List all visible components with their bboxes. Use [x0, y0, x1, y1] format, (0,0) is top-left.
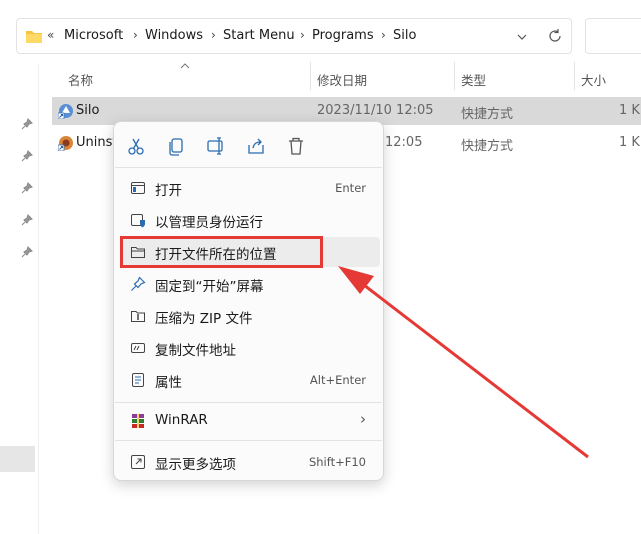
pin-icon: [21, 118, 33, 130]
breadcrumb-item[interactable]: Silo: [393, 28, 416, 43]
cut-icon[interactable]: [124, 134, 148, 158]
pin-icon: [131, 276, 146, 291]
annotation-arrow: [338, 266, 589, 459]
pin-icon: [21, 182, 33, 194]
copy-path-icon: [131, 343, 145, 353]
breadcrumb-item[interactable]: Windows: [145, 28, 203, 43]
open-icon: [131, 182, 145, 194]
chevron-right-icon: ›: [381, 28, 386, 42]
chevron-right-icon: ›: [300, 28, 305, 42]
sort-ascending-icon: [180, 63, 190, 69]
column-header-type[interactable]: 类型: [461, 70, 486, 89]
pin-icon: [21, 150, 33, 162]
delete-icon[interactable]: [284, 134, 308, 158]
file-size: 1 KB: [619, 103, 641, 118]
column-header-size[interactable]: 大小: [581, 70, 606, 89]
breadcrumb-item[interactable]: Start Menu: [223, 28, 295, 43]
chevron-down-icon[interactable]: [516, 32, 528, 42]
column-header-name[interactable]: 名称: [68, 70, 93, 89]
menu-item-run-as-admin[interactable]: 以管理员身份运行: [120, 205, 380, 235]
winrar-icon: [132, 414, 144, 428]
copy-icon[interactable]: [164, 134, 188, 158]
show-more-icon: [131, 455, 145, 469]
nav-item-selected[interactable]: [0, 446, 35, 472]
overflow-crumb[interactable]: «: [47, 28, 54, 42]
chevron-right-icon: ›: [211, 28, 216, 42]
zip-folder-icon: [131, 311, 145, 322]
column-divider[interactable]: [454, 62, 455, 90]
file-name: Silo: [76, 103, 100, 118]
file-name: Uninst: [76, 135, 118, 150]
file-type: 快捷方式: [461, 107, 514, 122]
menu-separator: [115, 167, 382, 168]
highlight-box: [120, 236, 323, 268]
refresh-icon[interactable]: [547, 28, 563, 44]
breadcrumb-item[interactable]: Microsoft: [64, 28, 123, 43]
column-divider[interactable]: [574, 62, 575, 90]
search-input[interactable]: [585, 18, 641, 54]
folder-icon: [26, 31, 42, 43]
rename-icon[interactable]: [204, 134, 228, 158]
column-divider[interactable]: [310, 62, 311, 90]
share-icon[interactable]: [244, 134, 268, 158]
pin-icon: [21, 214, 33, 226]
silo-app-icon: [58, 104, 73, 119]
chevron-right-icon: ›: [133, 28, 138, 42]
file-type: 快捷方式: [461, 139, 514, 154]
address-bar[interactable]: « Microsoft › Windows › Start Menu › Pro…: [16, 18, 572, 54]
column-header-modified[interactable]: 修改日期: [317, 70, 367, 89]
breadcrumb-item[interactable]: Programs: [312, 28, 374, 43]
properties-icon: [132, 373, 144, 387]
file-size: 1 KB: [619, 135, 641, 150]
menu-item-open[interactable]: 打开 Enter: [120, 173, 380, 203]
file-modified: 12:05: [385, 135, 423, 150]
uninstall-icon: [58, 136, 73, 151]
file-modified: 2023/11/10 12:05: [317, 103, 434, 118]
pin-icon: [21, 246, 33, 258]
admin-shield-icon: [131, 214, 145, 228]
